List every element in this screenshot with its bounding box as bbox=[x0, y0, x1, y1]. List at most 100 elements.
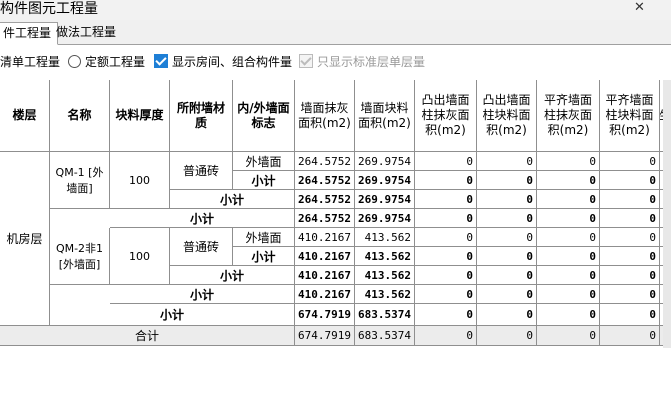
value-cell: 0 bbox=[477, 247, 537, 266]
show-rooms-checkbox[interactable]: 显示房间、组合构件量 bbox=[154, 53, 292, 71]
value-cell: 0 bbox=[600, 152, 660, 171]
inout-1: 外墙面 bbox=[233, 152, 295, 171]
value-cell: 0 bbox=[415, 209, 477, 228]
radio-icon bbox=[68, 55, 81, 68]
checkbox-disabled-icon bbox=[299, 54, 313, 68]
dinge-label: 定额工程量 bbox=[85, 55, 146, 69]
header-c3: 凸出墙面柱抹灰面积(m2) bbox=[415, 80, 477, 152]
value-cell: 0 bbox=[600, 171, 660, 190]
value-cell: 0 bbox=[477, 190, 537, 209]
value-cell: 0 bbox=[415, 171, 477, 190]
floor-cell: 机房层 bbox=[0, 152, 50, 326]
value-cell: 0 bbox=[477, 228, 537, 247]
value-cell: 0 bbox=[537, 152, 600, 171]
header-c5: 平齐墙面柱抹灰面积(m2) bbox=[537, 80, 600, 152]
subtotal-label: 小计 bbox=[170, 190, 295, 209]
value-cell: 0 bbox=[537, 209, 600, 228]
header-inout: 内/外墙面标志 bbox=[233, 80, 295, 152]
value-cell: 0 bbox=[537, 266, 600, 285]
show-rooms-label: 显示房间、组合构件量 bbox=[172, 55, 293, 69]
value-cell: 0 bbox=[477, 152, 537, 171]
value-cell: 0 bbox=[477, 171, 537, 190]
value-cell: 410.2167 bbox=[295, 266, 355, 285]
header-name: 名称 bbox=[50, 80, 110, 152]
value-cell: 0 bbox=[415, 247, 477, 266]
subtotal-label: 小计 bbox=[170, 266, 295, 285]
qingdan-label[interactable]: 清单工程量 bbox=[0, 53, 60, 71]
header-c1: 墙面抹灰面积(m2) bbox=[295, 80, 355, 152]
value-cell: 0 bbox=[415, 190, 477, 209]
value-cell: 410.2167 bbox=[295, 285, 355, 304]
value-cell: 264.5752 bbox=[295, 171, 355, 190]
thickness-2: 100 bbox=[110, 228, 170, 285]
value-cell: 0 bbox=[415, 228, 477, 247]
dinge-radio[interactable]: 定额工程量 bbox=[68, 53, 145, 71]
value-cell: 0 bbox=[537, 285, 600, 304]
value-cell: 0 bbox=[477, 326, 537, 346]
std-floor-checkbox: 只显示标准层单层量 bbox=[299, 53, 425, 71]
header-thickness: 块料厚度 bbox=[110, 80, 170, 152]
options-row: 清单工程量 定额工程量 显示房间、组合构件量 只显示标准层单层量 bbox=[0, 50, 671, 74]
subtotal-label: 小计 bbox=[110, 209, 295, 228]
close-icon[interactable]: ✕ bbox=[634, 1, 645, 15]
grand-total-label: 合计 bbox=[0, 326, 295, 346]
component-name-1: QM-1 [外墙面] bbox=[50, 152, 110, 209]
value-cell: 0 bbox=[600, 247, 660, 266]
checkbox-checked-icon bbox=[154, 54, 168, 68]
material-1: 普通砖 bbox=[170, 152, 233, 190]
tab-label: 件工程量 bbox=[3, 26, 52, 40]
value-cell: 0 bbox=[600, 266, 660, 285]
value-cell: 0 bbox=[600, 326, 660, 346]
value-cell: 674.7919 bbox=[295, 304, 355, 326]
value-cell: 413.562 bbox=[355, 285, 415, 304]
value-cell: 0 bbox=[600, 285, 660, 304]
subtotal-label: 小计 bbox=[110, 285, 295, 304]
value-cell: 0 bbox=[477, 266, 537, 285]
value-cell: 0 bbox=[537, 171, 600, 190]
value-cell: 0 bbox=[415, 266, 477, 285]
value-cell: 0 bbox=[415, 304, 477, 326]
value-cell: 0 bbox=[600, 190, 660, 209]
header-floor: 楼层 bbox=[0, 80, 50, 152]
material-2: 普通砖 bbox=[170, 228, 233, 266]
value-cell: 0 bbox=[600, 228, 660, 247]
std-floor-label: 只显示标准层单层量 bbox=[317, 55, 426, 69]
header-wall-material: 所附墙材质 bbox=[170, 80, 233, 152]
value-cell: 264.5752 bbox=[295, 209, 355, 228]
value-cell: 683.5374 bbox=[355, 304, 415, 326]
value-cell: 0 bbox=[600, 209, 660, 228]
subtotal-label: 小计 bbox=[233, 247, 295, 266]
value-cell: 264.5752 bbox=[295, 152, 355, 171]
tab-method-quantity[interactable]: 做法工程量 bbox=[50, 22, 122, 43]
value-cell: 0 bbox=[600, 304, 660, 326]
value-cell: 0 bbox=[415, 285, 477, 304]
value-cell: 0 bbox=[537, 247, 600, 266]
value-cell: 413.562 bbox=[355, 247, 415, 266]
value-cell: 269.9754 bbox=[355, 171, 415, 190]
value-cell: 0 bbox=[477, 209, 537, 228]
window-title: 构件图元工程量 bbox=[0, 1, 98, 17]
value-cell: 0 bbox=[537, 304, 600, 326]
value-cell: 0 bbox=[477, 304, 537, 326]
value-cell: 0 bbox=[537, 190, 600, 209]
floor-subtotal-label: 小计 bbox=[50, 304, 295, 326]
vertical-scrollbar[interactable] bbox=[663, 80, 671, 348]
value-cell: 264.5752 bbox=[295, 190, 355, 209]
value-cell: 410.2167 bbox=[295, 247, 355, 266]
value-cell: 683.5374 bbox=[355, 326, 415, 346]
value-cell: 0 bbox=[415, 152, 477, 171]
header-c2: 墙面块料面积(m2) bbox=[355, 80, 415, 152]
tab-label: 做法工程量 bbox=[56, 25, 117, 39]
title-bar: 构件图元工程量 ✕ bbox=[0, 0, 671, 20]
inout-2: 外墙面 bbox=[233, 228, 295, 247]
value-cell: 410.2167 bbox=[295, 228, 355, 247]
value-cell: 0 bbox=[537, 326, 600, 346]
tab-bar: 件工程量 做法工程量 bbox=[0, 20, 671, 45]
value-cell: 269.9754 bbox=[355, 190, 415, 209]
value-cell: 0 bbox=[415, 326, 477, 346]
value-cell: 413.562 bbox=[355, 228, 415, 247]
value-cell: 269.9754 bbox=[355, 152, 415, 171]
value-cell: 674.7919 bbox=[295, 326, 355, 346]
header-c4: 凸出墙面柱块料面积(m2) bbox=[477, 80, 537, 152]
value-cell: 0 bbox=[477, 285, 537, 304]
